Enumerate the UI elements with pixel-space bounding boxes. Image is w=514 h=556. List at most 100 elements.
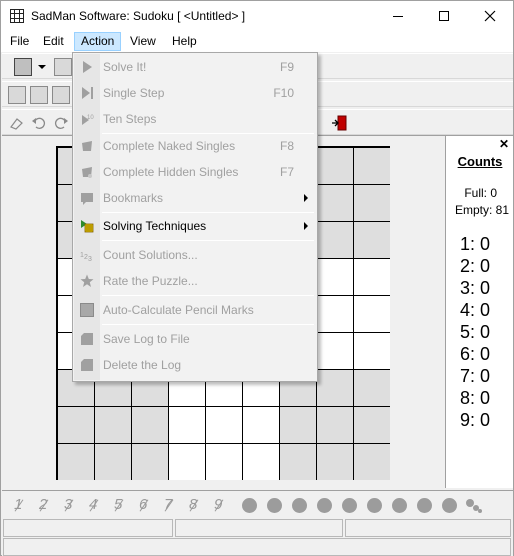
full-count: Full: 0 [464,186,497,200]
close-button[interactable] [467,1,513,31]
sudoku-cell[interactable] [169,407,205,443]
digit-count: 9: 0 [460,410,491,430]
menu-count-solutions[interactable]: 123 Count Solutions... [74,243,316,267]
status-bar [2,518,513,556]
color-dot-button[interactable] [417,498,432,513]
pencil-digit-button[interactable]: 5 [114,496,122,513]
redo-icon[interactable] [52,114,70,132]
edit-tool-1-button[interactable] [8,86,26,104]
pencil-digit-button[interactable]: 8 [189,496,197,513]
sudoku-cell[interactable] [58,444,94,480]
sudoku-cell[interactable] [354,185,390,221]
sudoku-cell[interactable] [58,407,94,443]
sudoku-cell[interactable] [317,148,353,184]
menu-single-step[interactable]: Single Step F10 [74,81,316,105]
sudoku-cell[interactable] [317,185,353,221]
menu-ten-steps[interactable]: 10 Ten Steps [74,107,316,131]
edit-tool-3-button[interactable] [52,86,70,104]
sudoku-cell[interactable] [280,444,316,480]
sudoku-cell[interactable] [354,444,390,480]
menu-complete-naked-singles[interactable]: Complete Naked Singles F8 [74,134,316,158]
sudoku-cell[interactable] [132,444,168,480]
dropdown-arrow-icon[interactable] [38,65,46,69]
color-dot-button[interactable] [392,498,407,513]
menu-edit[interactable]: Edit [36,32,71,51]
sudoku-cell[interactable] [317,259,353,295]
checkbox-icon [80,303,94,317]
action-menu: Solve It! F9 Single Step F10 10 Ten Step… [72,52,318,382]
undo-icon[interactable] [30,114,48,132]
sudoku-cell[interactable] [317,222,353,258]
menu-view[interactable]: View [123,32,163,51]
submenu-arrow-icon [304,222,308,230]
pencil-digit-button[interactable]: 2 [39,496,47,513]
menu-bookmarks[interactable]: Bookmarks [74,186,316,210]
grid-button[interactable] [54,58,72,76]
menu-action[interactable]: Action [74,32,122,51]
color-dot-button[interactable] [292,498,307,513]
menu-auto-calculate-pencil-marks[interactable]: Auto-Calculate Pencil Marks [74,298,316,322]
new-puzzle-button[interactable] [14,58,32,76]
sudoku-cell[interactable] [317,333,353,369]
clear-dots-icon[interactable] [465,498,483,514]
sudoku-cell[interactable] [317,444,353,480]
menu-solving-techniques[interactable]: Solving Techniques [74,214,316,238]
menu-item-label: Bookmarks [103,191,164,205]
ten-steps-icon: 10 [82,115,94,125]
color-dot-button[interactable] [367,498,382,513]
maximize-button[interactable] [421,1,467,31]
pencil-digit-button[interactable]: 3 [64,496,72,513]
close-icon [484,10,496,22]
color-dot-button[interactable] [242,498,257,513]
pencil-digit-button[interactable]: 1 [14,496,22,513]
sudoku-cell[interactable] [354,222,390,258]
sudoku-cell[interactable] [317,296,353,332]
save-log-icon [81,333,93,345]
menu-item-shortcut: F8 [279,139,294,153]
menu-rate-puzzle[interactable]: Rate the Puzzle... [74,269,316,293]
eraser-icon[interactable] [8,114,26,132]
sudoku-cell[interactable] [354,407,390,443]
step-icon [82,87,93,99]
sudoku-cell[interactable] [280,407,316,443]
menu-item-label: Ten Steps [103,112,157,126]
sudoku-cell[interactable] [95,407,131,443]
counts-title: Counts [457,154,503,169]
pencil-digit-button[interactable]: 4 [89,496,97,513]
color-dot-button[interactable] [442,498,457,513]
pencil-digit-button[interactable]: 9 [214,496,222,513]
menu-complete-hidden-singles[interactable]: Complete Hidden Singles F7 [74,160,316,184]
digit-count: 6: 0 [460,344,491,364]
exit-door-icon[interactable] [331,114,349,132]
sudoku-cell[interactable] [243,407,279,443]
menu-item-shortcut: F10 [273,86,294,100]
menu-help[interactable]: Help [165,32,204,51]
sudoku-cell[interactable] [354,259,390,295]
sudoku-cell[interactable] [95,444,131,480]
sudoku-cell[interactable] [206,444,242,480]
sudoku-cell[interactable] [169,444,205,480]
color-dot-button[interactable] [342,498,357,513]
sudoku-cell[interactable] [132,407,168,443]
pencil-digit-button[interactable]: 6 [139,496,147,513]
sudoku-cell[interactable] [354,370,390,406]
sudoku-cell[interactable] [354,148,390,184]
minimize-button[interactable] [375,1,421,31]
pencil-digit-button[interactable]: 7 [164,496,172,513]
color-dot-button[interactable] [317,498,332,513]
menu-item-label: Single Step [103,86,165,100]
sudoku-cell[interactable] [317,407,353,443]
color-dot-button[interactable] [267,498,282,513]
menu-solve-it[interactable]: Solve It! F9 [74,55,316,79]
menu-item-label: Solve It! [103,60,147,74]
edit-tool-2-button[interactable] [30,86,48,104]
sudoku-cell[interactable] [206,407,242,443]
sudoku-cell[interactable] [354,296,390,332]
sudoku-cell[interactable] [354,333,390,369]
menu-file[interactable]: File [3,32,36,51]
menu-save-log[interactable]: Save Log to File [74,327,316,351]
sudoku-cell[interactable] [317,370,353,406]
menu-delete-log[interactable]: Delete the Log [74,353,316,377]
close-panel-icon[interactable]: ✕ [499,137,509,151]
sudoku-cell[interactable] [243,444,279,480]
